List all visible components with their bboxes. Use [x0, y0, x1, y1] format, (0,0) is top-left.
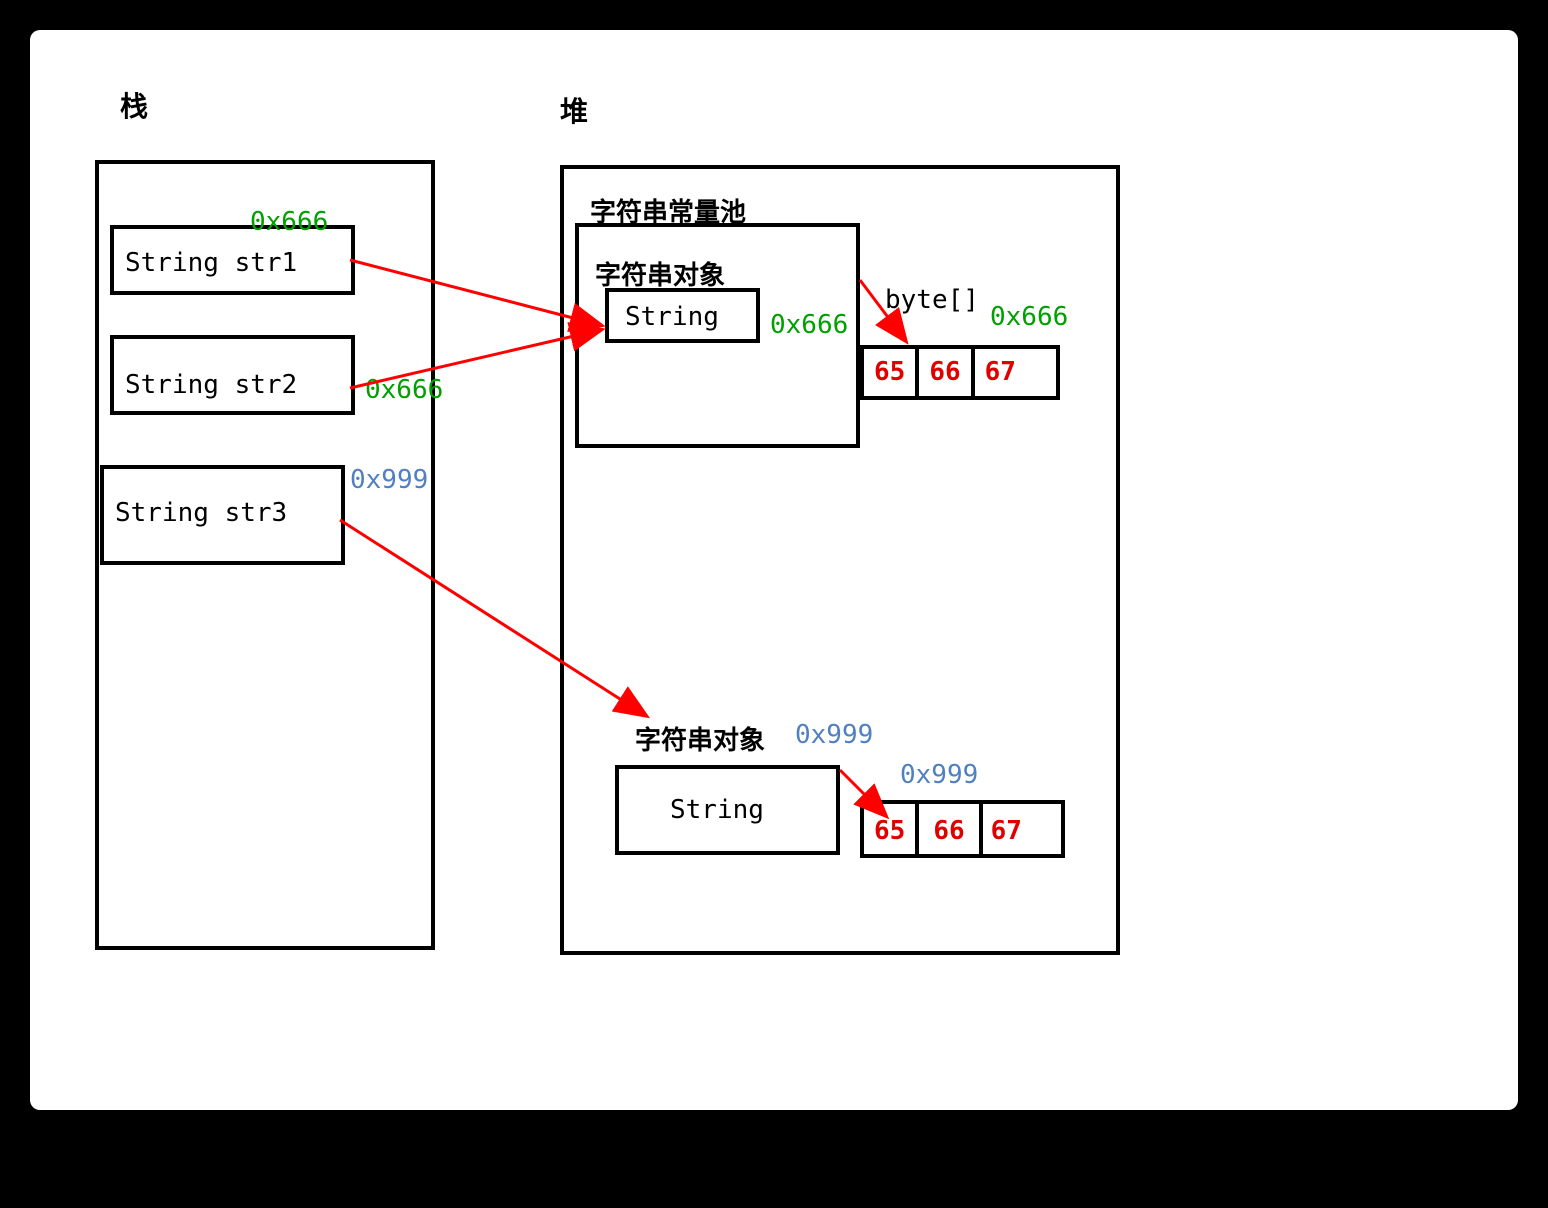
str2-addr: 0x666: [365, 375, 443, 405]
byte-label: byte[]: [885, 285, 979, 315]
object2-string-text: String: [670, 795, 764, 825]
object2-label: 字符串对象: [635, 720, 765, 757]
byte-cell: 65: [864, 349, 919, 396]
pool-object-label: 字符串对象: [595, 255, 725, 292]
byte-array-2: 65 66 67: [860, 800, 1065, 858]
str3-label: String str3: [115, 498, 287, 528]
object2-addr: 0x999: [795, 720, 873, 750]
str1-addr: 0x666: [250, 207, 328, 237]
pool-title: 字符串常量池: [590, 192, 746, 229]
byte-cell: 65: [864, 804, 919, 854]
byte-cell: 66: [919, 804, 982, 854]
stack-title: 栈: [120, 85, 148, 125]
str3-addr: 0x999: [350, 465, 428, 495]
byte-cell: 67: [983, 804, 1030, 854]
heap-title: 堆: [560, 90, 588, 130]
byte-addr-2: 0x999: [900, 760, 978, 790]
pool-string-text: String: [625, 302, 719, 332]
byte-array-1: 65 66 67: [860, 345, 1060, 400]
byte-addr: 0x666: [990, 302, 1068, 332]
pool-addr: 0x666: [770, 310, 848, 340]
str2-label: String str2: [125, 370, 297, 400]
str1-label: String str1: [125, 248, 297, 278]
byte-cell: 67: [975, 349, 1026, 396]
byte-cell: 66: [919, 349, 974, 396]
diagram-canvas: 栈 堆 String str1 0x666 String str2 0x666 …: [30, 30, 1518, 1110]
